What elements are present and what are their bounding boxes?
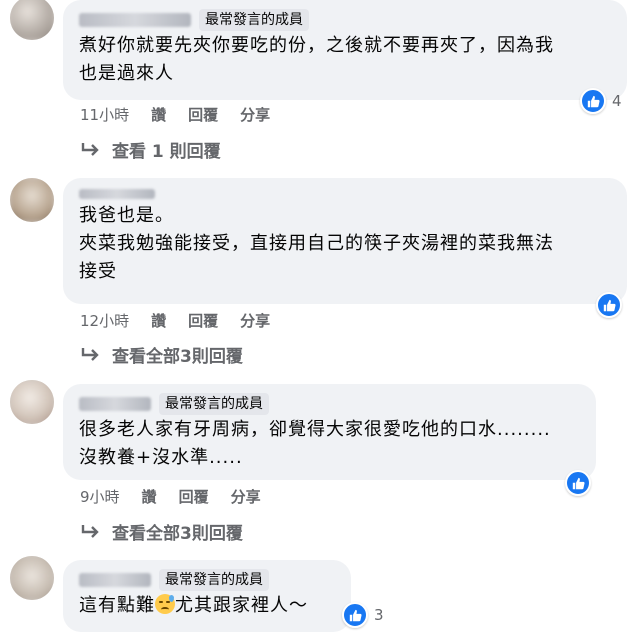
- comment-timestamp[interactable]: 9小時: [80, 486, 120, 507]
- share-button[interactable]: 分享: [240, 310, 270, 331]
- commenter-name[interactable]: [79, 13, 191, 27]
- avatar[interactable]: [10, 380, 54, 424]
- share-button[interactable]: 分享: [240, 104, 270, 125]
- share-button[interactable]: 分享: [231, 486, 261, 507]
- comment-text-part: 尤其跟家裡人～: [175, 595, 308, 616]
- view-replies-label: 查看全部3則回覆: [112, 524, 243, 544]
- view-replies-label: 查看 1 則回覆: [112, 142, 221, 162]
- like-button[interactable]: 讚: [142, 486, 157, 507]
- like-button[interactable]: 讚: [151, 104, 166, 125]
- top-contributor-badge[interactable]: 最常發言的成員: [159, 569, 269, 591]
- reaction-count-number: 4: [612, 92, 622, 110]
- reply-button[interactable]: 回覆: [179, 486, 209, 507]
- comment-text: 我爸也是。 夾菜我勉強能接受，直接用自己的筷子夾湯裡的菜我無法 接受: [79, 205, 554, 282]
- comment-text-part: 這有點難: [79, 595, 155, 616]
- view-replies-link[interactable]: 查看全部3則回覆: [80, 342, 243, 367]
- like-reaction-icon: [580, 88, 606, 114]
- comment-text: 很多老人家有牙周病，卻覺得大家很愛吃他的口水........ 沒教養+沒水準..…: [79, 419, 551, 468]
- comment-timestamp[interactable]: 12小時: [80, 310, 129, 331]
- commenter-name[interactable]: [79, 397, 151, 411]
- comment-text: 這有點難 尤其跟家裡人～: [79, 592, 335, 620]
- commenter-name[interactable]: [79, 189, 155, 199]
- reply-arrow-icon: [81, 142, 99, 156]
- comment-timestamp[interactable]: 11小時: [80, 104, 129, 125]
- reaction-count[interactable]: [565, 470, 591, 496]
- reaction-count[interactable]: 4: [580, 88, 622, 114]
- like-button[interactable]: 讚: [151, 310, 166, 331]
- like-reaction-icon: [342, 602, 368, 628]
- avatar[interactable]: [10, 178, 54, 222]
- top-contributor-badge[interactable]: 最常發言的成員: [199, 9, 309, 31]
- commenter-name[interactable]: [79, 573, 151, 587]
- reaction-count[interactable]: [596, 292, 622, 318]
- reply-button[interactable]: 回覆: [188, 310, 218, 331]
- view-replies-link[interactable]: 查看全部3則回覆: [80, 519, 243, 544]
- comment-bubble: 最常發言的成員 很多老人家有牙周病，卻覺得大家很愛吃他的口水........ 沒…: [63, 384, 596, 480]
- like-reaction-icon: [565, 470, 591, 496]
- comment-text: 煮好你就要先夾你要吃的份，之後就不要再夾了，因為我 也是過來人: [79, 35, 554, 84]
- avatar[interactable]: [10, 0, 54, 40]
- view-replies-link[interactable]: 查看 1 則回覆: [80, 137, 221, 162]
- sweat-emoji-icon: [155, 594, 175, 614]
- comment-bubble: 最常發言的成員 煮好你就要先夾你要吃的份，之後就不要再夾了，因為我 也是過來人: [63, 0, 627, 100]
- reaction-count-number: 3: [374, 606, 384, 624]
- reaction-count[interactable]: 3: [342, 602, 384, 628]
- top-contributor-badge[interactable]: 最常發言的成員: [159, 393, 269, 415]
- reply-arrow-icon: [81, 347, 99, 361]
- comment-bubble: 最常發言的成員 這有點難 尤其跟家裡人～: [63, 560, 351, 632]
- reply-button[interactable]: 回覆: [188, 104, 218, 125]
- reply-arrow-icon: [81, 524, 99, 538]
- like-reaction-icon: [596, 292, 622, 318]
- avatar[interactable]: [10, 556, 54, 600]
- comment-bubble: 我爸也是。 夾菜我勉強能接受，直接用自己的筷子夾湯裡的菜我無法 接受: [63, 178, 627, 304]
- view-replies-label: 查看全部3則回覆: [112, 347, 243, 367]
